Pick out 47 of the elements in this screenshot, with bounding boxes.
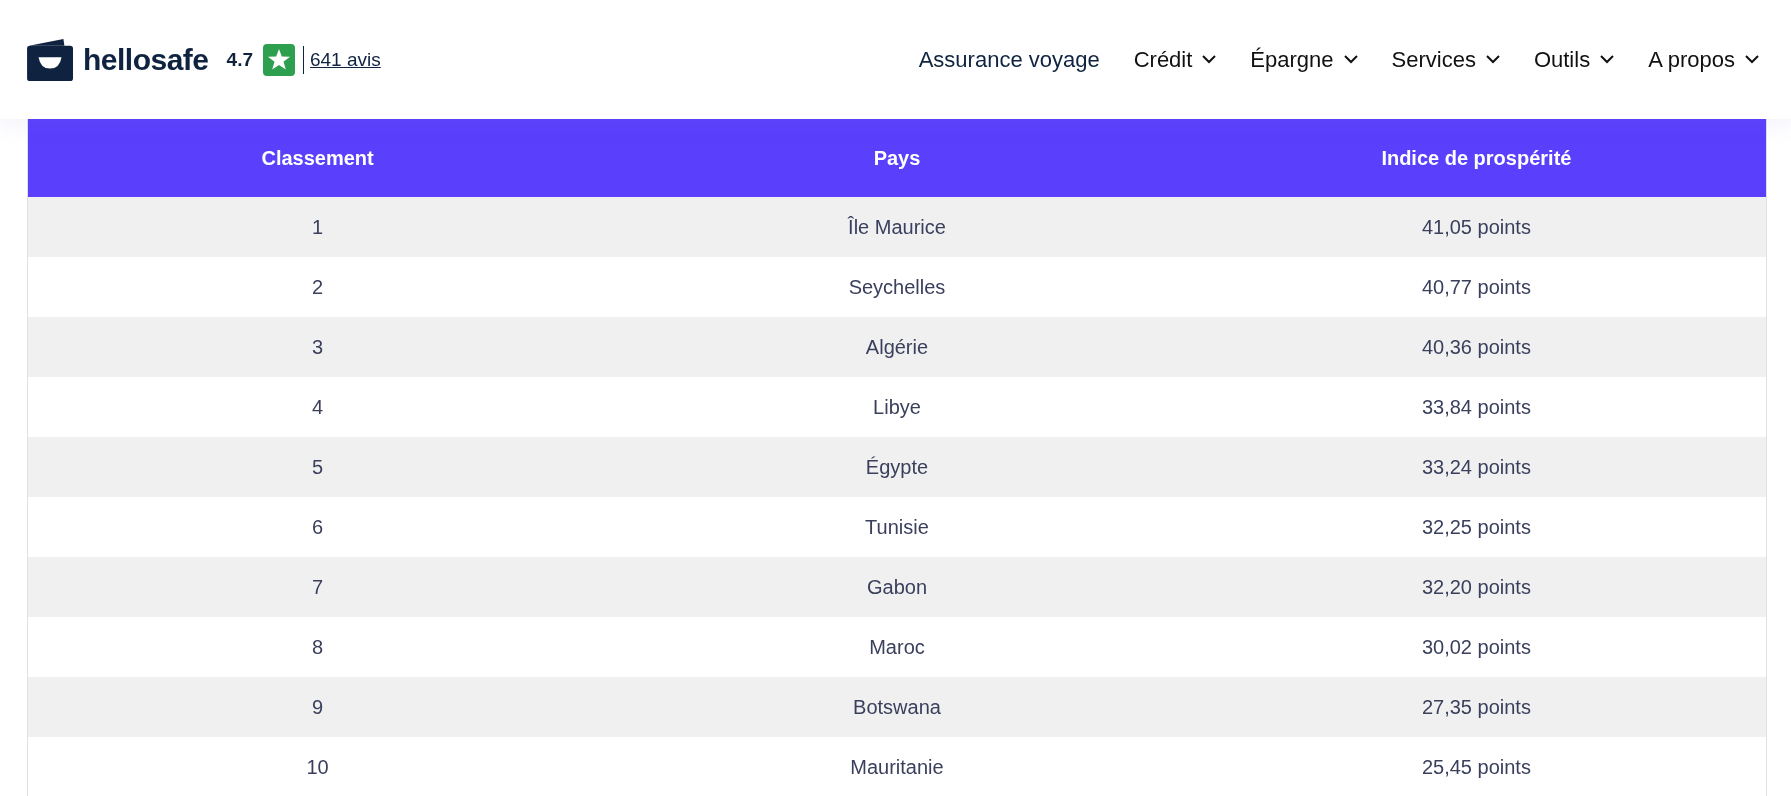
nav-link[interactable]: A propos — [1648, 46, 1759, 73]
table-cell: Algérie — [607, 317, 1187, 377]
table-cell: 40,77 points — [1186, 257, 1767, 317]
table-cell: 27,35 points — [1186, 677, 1767, 737]
reviews-link[interactable]: 641 avis — [310, 48, 381, 71]
table-cell: Tunisie — [607, 497, 1187, 557]
caret-icon — [1202, 55, 1217, 64]
table-cell: 33,84 points — [1186, 377, 1767, 437]
column-header: Indice de prospérité — [1186, 119, 1767, 197]
nav-link[interactable]: Épargne — [1250, 46, 1358, 73]
table-cell: 25,45 points — [1186, 737, 1767, 796]
rating-value: 4.7 — [226, 48, 253, 71]
caret-icon — [1485, 55, 1500, 64]
nav-link[interactable]: Crédit — [1133, 46, 1217, 73]
table-cell: 5 — [27, 437, 608, 497]
table-cell: Gabon — [607, 557, 1187, 617]
nav-link[interactable]: Services — [1391, 46, 1500, 73]
table-cell: Égypte — [607, 437, 1187, 497]
table-cell: Libye — [607, 377, 1187, 437]
nav-link[interactable]: Assurance voyage — [918, 46, 1100, 73]
table-cell: 4 — [27, 377, 608, 437]
table-cell: Maroc — [607, 617, 1187, 677]
caret-icon — [1343, 55, 1358, 64]
table-cell: 3 — [27, 317, 608, 377]
table-cell: 10 — [27, 737, 608, 796]
column-header: Pays — [607, 119, 1187, 197]
table-cell: 9 — [27, 677, 608, 737]
column-header: Classement — [27, 119, 608, 197]
brand-name[interactable]: hellosafe — [83, 42, 209, 77]
table-cell: 6 — [27, 497, 608, 557]
caret-icon — [1600, 55, 1615, 64]
table-cell: 1 — [27, 197, 608, 257]
table-cell: Seychelles — [607, 257, 1187, 317]
nav-link[interactable]: Outils — [1533, 46, 1615, 73]
table-cell: 2 — [27, 257, 608, 317]
wallet-logo-icon — [27, 37, 75, 82]
caret-icon — [1745, 55, 1759, 64]
table-cell: 33,24 points — [1186, 437, 1767, 497]
table-cell: 30,02 points — [1186, 617, 1767, 677]
table-cell: Botswana — [607, 677, 1187, 737]
table-cell: 8 — [27, 617, 608, 677]
table-cell: 32,20 points — [1186, 557, 1767, 617]
table-cell: 7 — [27, 557, 608, 617]
table-cell: 40,36 points — [1186, 317, 1767, 377]
table-cell: 32,25 points — [1186, 497, 1767, 557]
table-cell: Île Maurice — [607, 197, 1187, 257]
table-cell: 41,05 points — [1186, 197, 1767, 257]
